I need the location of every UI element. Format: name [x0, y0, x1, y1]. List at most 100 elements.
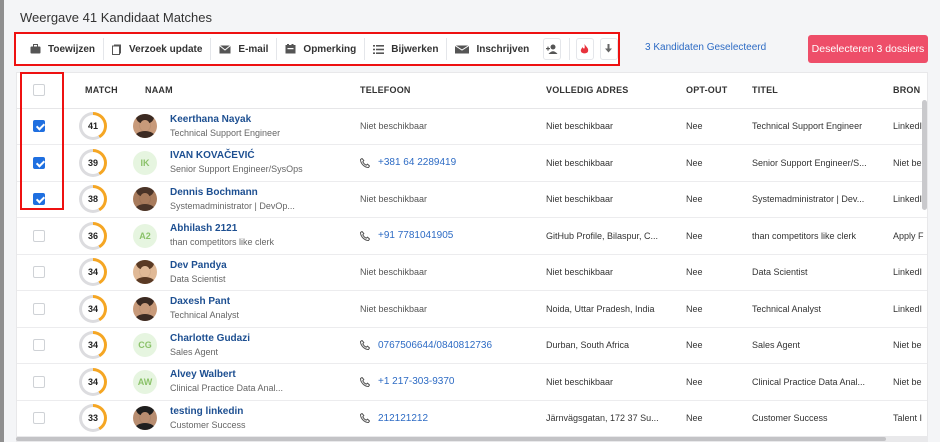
row-checkbox[interactable]	[33, 229, 45, 242]
candidate-table-card: MATCH NAAM TELEFOON VOLLEDIG ADRES OPT-O…	[16, 72, 928, 442]
phone-unavailable: Niet beschikbaar	[360, 303, 428, 314]
optout-cell: Nee	[670, 327, 736, 364]
candidate-name-link[interactable]: Keerthana Nayak	[170, 113, 280, 126]
horizontal-scrollbar[interactable]	[16, 436, 928, 442]
candidate-name-link[interactable]: IVAN KOVAČEVIĆ	[170, 149, 303, 162]
source-cell: LinkedI	[877, 181, 927, 218]
add-person-button[interactable]	[543, 38, 562, 60]
avatar: A2	[133, 223, 157, 248]
request-update-label: Verzoek update	[129, 43, 203, 55]
list-icon	[373, 44, 385, 54]
address-cell: Niet beschikbaar	[530, 254, 670, 291]
column-header-title[interactable]: TITEL	[736, 73, 877, 109]
avatar	[133, 406, 157, 431]
column-header-address[interactable]: VOLLEDIG ADRES	[530, 73, 670, 109]
phone-link[interactable]: +1 217-303-9370	[360, 376, 530, 387]
table-row[interactable]: 36 A2 Abhilash 2121 than competitors lik…	[17, 217, 927, 255]
page-title: Weergave 41 Kandidaat Matches	[20, 10, 212, 25]
email-button[interactable]: E-mail	[211, 38, 278, 60]
phone-icon	[360, 340, 370, 351]
match-score-ring: 34	[79, 331, 107, 360]
address-cell: Niet beschikbaar	[530, 363, 670, 401]
source-cell: LinkedI	[877, 108, 927, 145]
title-cell: than competitors like clerk	[736, 217, 877, 255]
table-row[interactable]: 39 IK IVAN KOVAČEVIĆ Senior Support Engi…	[17, 144, 927, 182]
match-score: 33	[87, 413, 98, 424]
row-checkbox[interactable]	[33, 266, 45, 279]
candidate-cell: testing linkedin Customer Success	[133, 405, 344, 432]
note-icon	[285, 44, 296, 54]
deselect-button[interactable]: Deselecteren 3 dossiers	[808, 35, 928, 63]
phone-link[interactable]: 212121212	[360, 413, 530, 424]
row-checkbox[interactable]	[33, 339, 45, 352]
horizontal-scroll-thumb[interactable]	[16, 437, 886, 441]
candidate-subtitle: Technical Support Engineer	[170, 127, 281, 138]
match-score: 34	[87, 376, 98, 387]
candidate-name-link[interactable]: testing linkedin	[170, 405, 246, 418]
candidate-cell: A2 Abhilash 2121 than competitors like c…	[133, 222, 344, 249]
candidate-subtitle: Sales Agent	[170, 346, 219, 357]
table-row[interactable]: 33 testing linkedin Customer Success 212…	[17, 400, 927, 437]
phone-link[interactable]: +381 64 2289419	[360, 157, 530, 168]
optout-cell: Nee	[670, 181, 736, 218]
column-header-optout[interactable]: OPT-OUT	[670, 73, 736, 109]
candidate-name-link[interactable]: Abhilash 2121	[170, 222, 274, 235]
selected-count-link[interactable]: 3 Kandidaten Geselecteerd	[645, 42, 766, 53]
title-cell: Technical Support Engineer	[736, 108, 877, 145]
title-cell: Customer Success	[736, 400, 877, 437]
address-cell: Järnvägsgatan, 172 37 Su...	[530, 400, 670, 437]
match-score: 38	[87, 194, 98, 205]
envelope-icon	[219, 44, 232, 53]
phone-number: +91 7781041905	[378, 230, 454, 242]
assign-button[interactable]: Toewijzen	[22, 38, 105, 60]
address-cell: Niet beschikbaar	[530, 108, 670, 145]
table-header-row: MATCH NAAM TELEFOON VOLLEDIG ADRES OPT-O…	[17, 73, 927, 109]
row-checkbox[interactable]	[33, 193, 45, 206]
row-checkbox[interactable]	[33, 302, 45, 315]
phone-unavailable: Niet beschikbaar	[360, 267, 428, 278]
table-row[interactable]: 34 Dev Pandya Data Scientist Niet beschi…	[17, 254, 927, 291]
table-row[interactable]: 34 AW Alvey Walbert Clinical Practice Da…	[17, 363, 927, 401]
phone-number: 212121212	[378, 412, 429, 424]
add-person-icon	[546, 44, 558, 54]
candidate-name-link[interactable]: Alvey Walbert	[170, 368, 283, 381]
candidate-name-link[interactable]: Dev Pandya	[170, 259, 227, 272]
candidate-name-link[interactable]: Dennis Bochmann	[170, 186, 295, 199]
match-score-ring: 36	[79, 221, 107, 250]
source-cell: Talent I	[877, 400, 927, 437]
download-icon	[605, 44, 613, 53]
phone-link[interactable]: 0767506644/0840812736	[360, 340, 530, 351]
column-header-phone[interactable]: TELEFOON	[344, 73, 530, 109]
phone-link[interactable]: +91 7781041905	[360, 230, 530, 241]
enroll-button[interactable]: Inschrijven	[447, 38, 537, 60]
column-header-source[interactable]: BRON	[877, 73, 927, 109]
candidate-name-link[interactable]: Charlotte Gudazi	[170, 332, 250, 345]
address-cell: Durban, South Africa	[530, 327, 670, 364]
match-score-ring: 38	[79, 185, 107, 214]
request-update-button[interactable]: Verzoek update	[104, 38, 212, 60]
table-row[interactable]: 38 Dennis Bochmann Systemadministrator |…	[17, 181, 927, 218]
table-row[interactable]: 34 Daxesh Pant Technical Analyst Niet be…	[17, 290, 927, 328]
table-row[interactable]: 34 CG Charlotte Gudazi Sales Agent 07675…	[17, 327, 927, 364]
note-button[interactable]: Opmerking	[277, 38, 366, 60]
phone-number: 0767506644/0840812736	[378, 339, 493, 351]
hot-button[interactable]	[575, 38, 594, 60]
candidate-cell: Dennis Bochmann Systemadministrator | De…	[133, 186, 344, 213]
column-header-match[interactable]: MATCH	[69, 73, 129, 109]
download-button[interactable]	[599, 38, 618, 60]
optout-cell: Nee	[670, 144, 736, 182]
edit-button[interactable]: Bijwerken	[365, 38, 448, 60]
select-all-checkbox[interactable]	[33, 84, 45, 97]
column-header-name[interactable]: NAAM	[129, 73, 344, 109]
avatar	[133, 260, 157, 285]
candidate-subtitle: than competitors like clerk	[170, 237, 275, 248]
row-checkbox[interactable]	[33, 375, 45, 388]
flame-icon	[581, 43, 589, 53]
row-checkbox[interactable]	[33, 156, 45, 169]
candidate-cell: Dev Pandya Data Scientist	[133, 259, 344, 286]
candidate-name-link[interactable]: Daxesh Pant	[170, 295, 239, 308]
row-checkbox[interactable]	[33, 412, 45, 425]
row-checkbox[interactable]	[33, 120, 45, 133]
table-row[interactable]: 41 Keerthana Nayak Technical Support Eng…	[17, 108, 927, 145]
vertical-scrollbar[interactable]	[922, 100, 927, 210]
